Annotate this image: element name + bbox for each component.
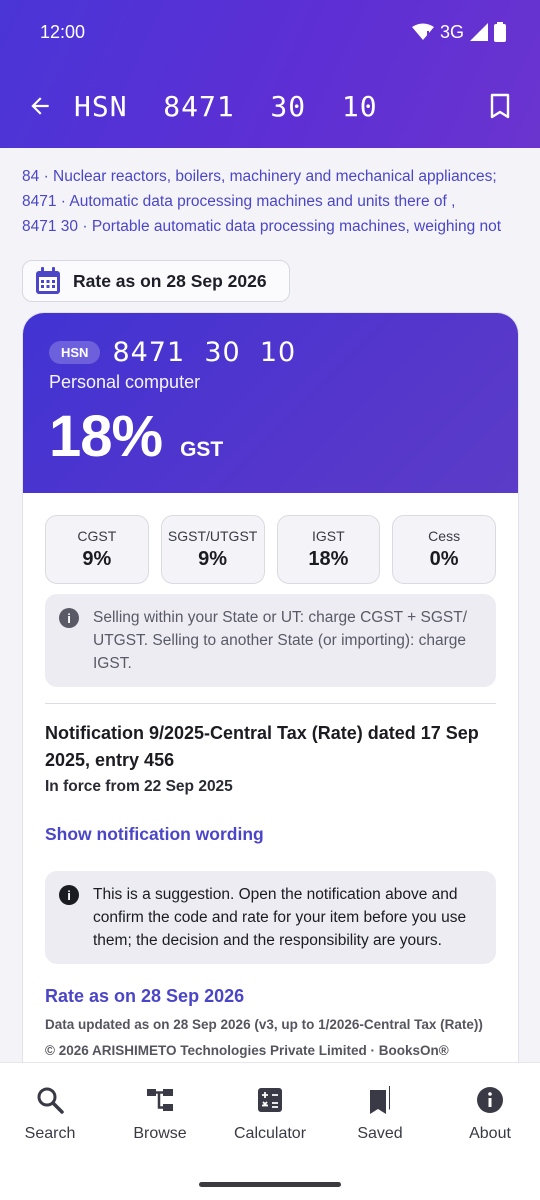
browse-tree-icon (145, 1085, 175, 1115)
tile-label: CGST (77, 528, 117, 544)
breadcrumb-item[interactable]: 84 · Nuclear reactors, boilers, machiner… (22, 164, 518, 189)
calendar-icon (36, 267, 60, 294)
status-icons: 3G (411, 21, 506, 43)
app-bar: 12:00 3G HSN 8471 30 10 (0, 0, 540, 148)
info-icon: i (59, 885, 79, 905)
gst-info-box: i Selling within your State or UT: charg… (45, 594, 496, 687)
hsn-code: 8471 30 10 (112, 337, 297, 368)
rate-date-label: Rate as on 28 Sep 2026 (73, 270, 267, 291)
tile-value: 9% (82, 548, 112, 570)
tile-igst: IGST 18% (276, 515, 381, 584)
tile-cgst: CGST 9% (45, 515, 149, 584)
bookmark-button[interactable] (482, 88, 518, 124)
info-icon: i (59, 608, 79, 628)
battery-icon (494, 22, 506, 42)
nav-label: Calculator (233, 1125, 307, 1142)
calculator-icon (255, 1085, 285, 1115)
info-icon (475, 1085, 505, 1115)
rate-as-on-link[interactable]: Rate as on 28 Sep 2026 (45, 986, 496, 1007)
gst-info-text: Selling within your State or UT: charge … (93, 609, 468, 672)
gesture-bar[interactable] (199, 1182, 341, 1187)
tile-value: 9% (198, 548, 228, 570)
tile-sgst: SGST/UTGST 9% (160, 515, 265, 584)
nav-label: About (469, 1125, 511, 1142)
signal-icon (470, 23, 488, 41)
wifi-icon (411, 23, 434, 40)
bottom-navigation: Search Browse Calculator Saved About (0, 1062, 540, 1200)
nav-label: Browse (133, 1125, 187, 1142)
nav-about[interactable]: About (436, 1085, 540, 1143)
tile-label: SGST/UTGST (167, 528, 258, 544)
show-notification-wording-link[interactable]: Show notification wording (45, 824, 496, 845)
nav-label: Saved (357, 1125, 403, 1142)
back-button[interactable] (22, 88, 58, 124)
status-time: 12:00 (40, 21, 86, 42)
arrow-back-icon (31, 97, 49, 115)
gst-rate: 18% (49, 404, 163, 469)
hsn-badge: HSN (49, 341, 101, 364)
nav-label: Search (24, 1125, 76, 1142)
breadcrumb-item[interactable]: 8471 · Automatic data processing machine… (22, 189, 518, 214)
tile-cess: Cess 0% (392, 515, 496, 584)
content-scroll[interactable]: 84 · Nuclear reactors, boilers, machiner… (0, 148, 540, 1062)
tile-label: IGST (312, 528, 345, 544)
tile-value: 0% (429, 548, 459, 570)
network-type: 3G (439, 21, 464, 42)
nav-saved[interactable]: Saved (326, 1085, 434, 1143)
divider (45, 703, 496, 704)
hsn-description: Personal computer (49, 372, 201, 392)
nav-browse[interactable]: Browse (106, 1085, 214, 1143)
status-bar: 12:00 3G (0, 0, 540, 64)
nav-calculator[interactable]: Calculator (216, 1085, 324, 1143)
copyright-text: © 2026 ARISHIMETO Technologies Private L… (45, 1043, 449, 1058)
breadcrumb-item[interactable]: 8471 30 · Portable automatic data proces… (22, 214, 518, 239)
suggestion-notice: i This is a suggestion. Open the notific… (45, 871, 496, 964)
suggestion-text: This is a suggestion. Open the notificat… (93, 886, 467, 949)
breadcrumb: 84 · Nuclear reactors, boilers, machiner… (0, 148, 540, 239)
search-icon (35, 1085, 65, 1115)
tile-value: 18% (308, 548, 349, 570)
bookmark-outline-icon (490, 93, 510, 119)
tile-label: Cess (428, 528, 461, 544)
data-updated-text: Data updated as on 28 Sep 2026 (v3, up t… (45, 1017, 483, 1032)
rate-date-chip[interactable]: Rate as on 28 Sep 2026 (22, 260, 290, 302)
rate-hero: HSN 8471 30 10 Personal computer 18% GST (23, 313, 518, 493)
tax-split-tiles: CGST 9% SGST/UTGST 9% IGST 18% Cess 0% (45, 515, 496, 584)
notification-title: Notification 9/2025-Central Tax (Rate) d… (45, 723, 479, 770)
nav-search[interactable]: Search (0, 1085, 104, 1143)
toolbar: HSN 8471 30 10 (0, 64, 540, 148)
page-title: HSN 8471 30 10 (74, 89, 378, 123)
in-force-date: In force from 22 Sep 2025 (45, 778, 233, 795)
gst-label: GST (180, 438, 224, 461)
bookmarks-icon (365, 1085, 395, 1115)
rate-card: HSN 8471 30 10 Personal computer 18% GST… (22, 312, 519, 1062)
